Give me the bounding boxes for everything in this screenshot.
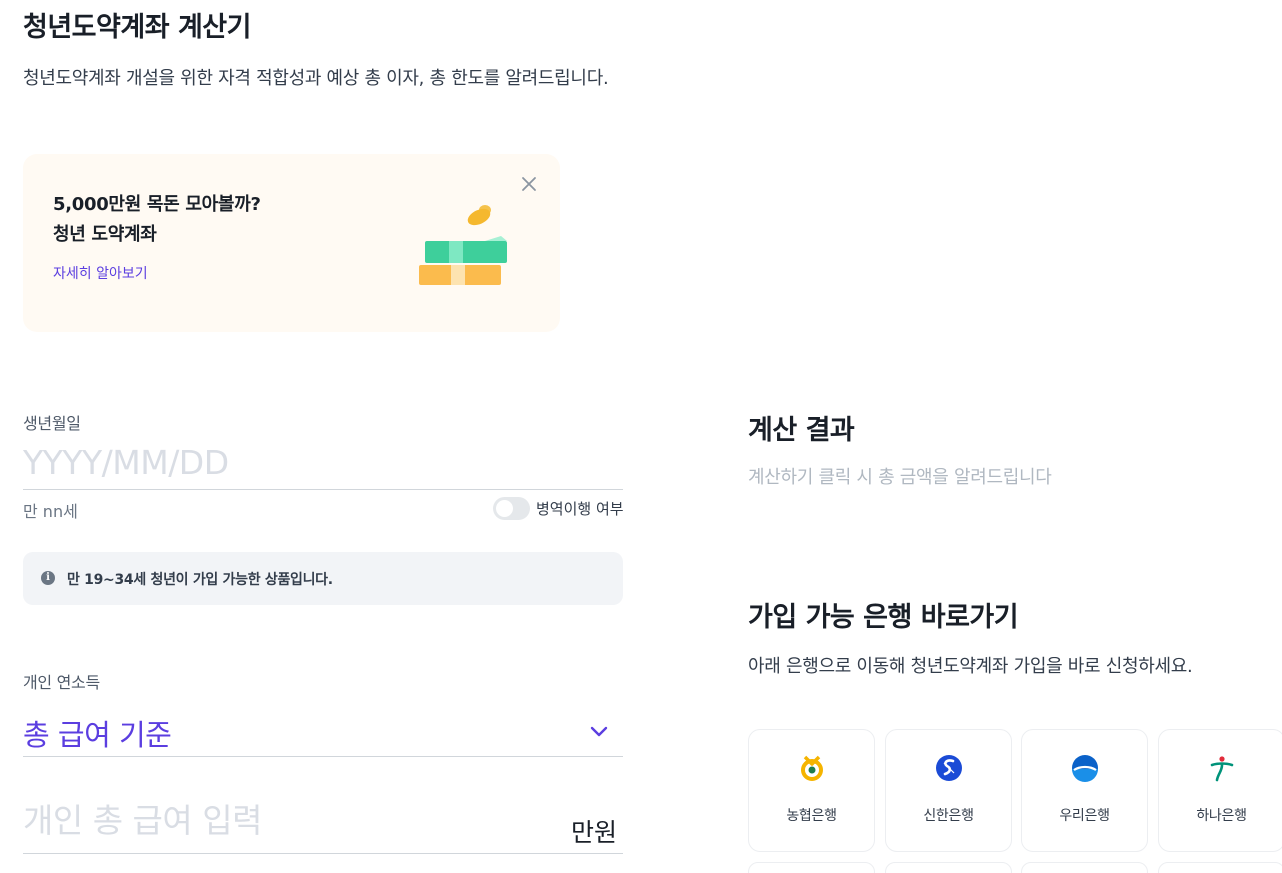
bank-name: 우리은행 <box>1059 808 1110 824</box>
bank-name: 하나은행 <box>1196 808 1247 824</box>
bank-card-row2-1[interactable] <box>748 862 875 873</box>
result-title: 계산 결과 <box>748 415 855 446</box>
woori-bank-logo-icon <box>1072 755 1098 782</box>
eligibility-notice: i 만 19~34세 청년이 가입 가능한 상품입니다. <box>23 552 623 605</box>
birthdate-label: 생년월일 <box>23 414 81 433</box>
shinhan-bank-logo-icon <box>936 755 962 781</box>
bank-card-woori[interactable]: 우리은행 <box>1021 729 1148 852</box>
eligibility-notice-text: 만 19~34세 청년이 가입 가능한 상품입니다. <box>67 572 333 588</box>
result-description: 계산하기 클릭 시 총 금액을 알려드립니다 <box>748 467 1052 488</box>
bank-name: 신한은행 <box>923 808 974 824</box>
age-display: 만 nn세 <box>23 502 78 521</box>
page-title: 청년도약계좌 계산기 <box>23 12 251 43</box>
military-service-label: 병역이행 여부 <box>536 500 624 518</box>
bank-card-row2-3[interactable] <box>1021 862 1148 873</box>
income-type-select[interactable]: 총 급여 기준 <box>23 712 172 754</box>
promo-product-name: 청년 도약계좌 <box>53 224 157 245</box>
promo-learn-more-link[interactable]: 자세히 알아보기 <box>53 263 148 283</box>
close-icon[interactable] <box>519 174 539 194</box>
banks-title: 가입 가능 은행 바로가기 <box>748 602 1019 633</box>
bank-card-nh[interactable]: 농협은행 <box>748 729 875 852</box>
bank-card-row2-2[interactable] <box>885 862 1012 873</box>
income-amount-input[interactable] <box>23 798 553 842</box>
income-label: 개인 연소득 <box>23 673 100 692</box>
promo-headline: 5,000만원 목돈 모아볼까? <box>53 194 261 215</box>
promo-banner: 5,000만원 목돈 모아볼까? 청년 도약계좌 자세히 알아보기 <box>23 154 560 332</box>
bank-card-shinhan[interactable]: 신한은행 <box>885 729 1012 852</box>
toggle-knob <box>496 500 513 517</box>
info-icon: i <box>41 571 55 585</box>
income-amount-underline <box>23 853 623 854</box>
income-unit: 만원 <box>571 818 618 847</box>
nh-bank-logo-icon <box>801 755 823 781</box>
banks-description: 아래 은행으로 이동해 청년도약계좌 가입을 바로 신청하세요. <box>748 656 1193 677</box>
birthdate-underline <box>23 489 623 490</box>
birthdate-input[interactable] <box>23 440 623 484</box>
bank-name: 농협은행 <box>786 808 837 824</box>
page-subtitle: 청년도약계좌 개설을 위한 자격 적합성과 예상 총 이자, 총 한도를 알려드… <box>23 68 609 89</box>
bank-card-hana[interactable]: 하나은행 <box>1158 729 1282 852</box>
chevron-down-icon[interactable] <box>588 720 610 742</box>
bank-card-row2-4[interactable] <box>1158 862 1282 873</box>
income-type-underline <box>23 756 623 757</box>
money-stack-icon <box>419 205 507 285</box>
military-service-toggle[interactable] <box>493 497 530 520</box>
hana-bank-logo-icon <box>1210 756 1234 782</box>
